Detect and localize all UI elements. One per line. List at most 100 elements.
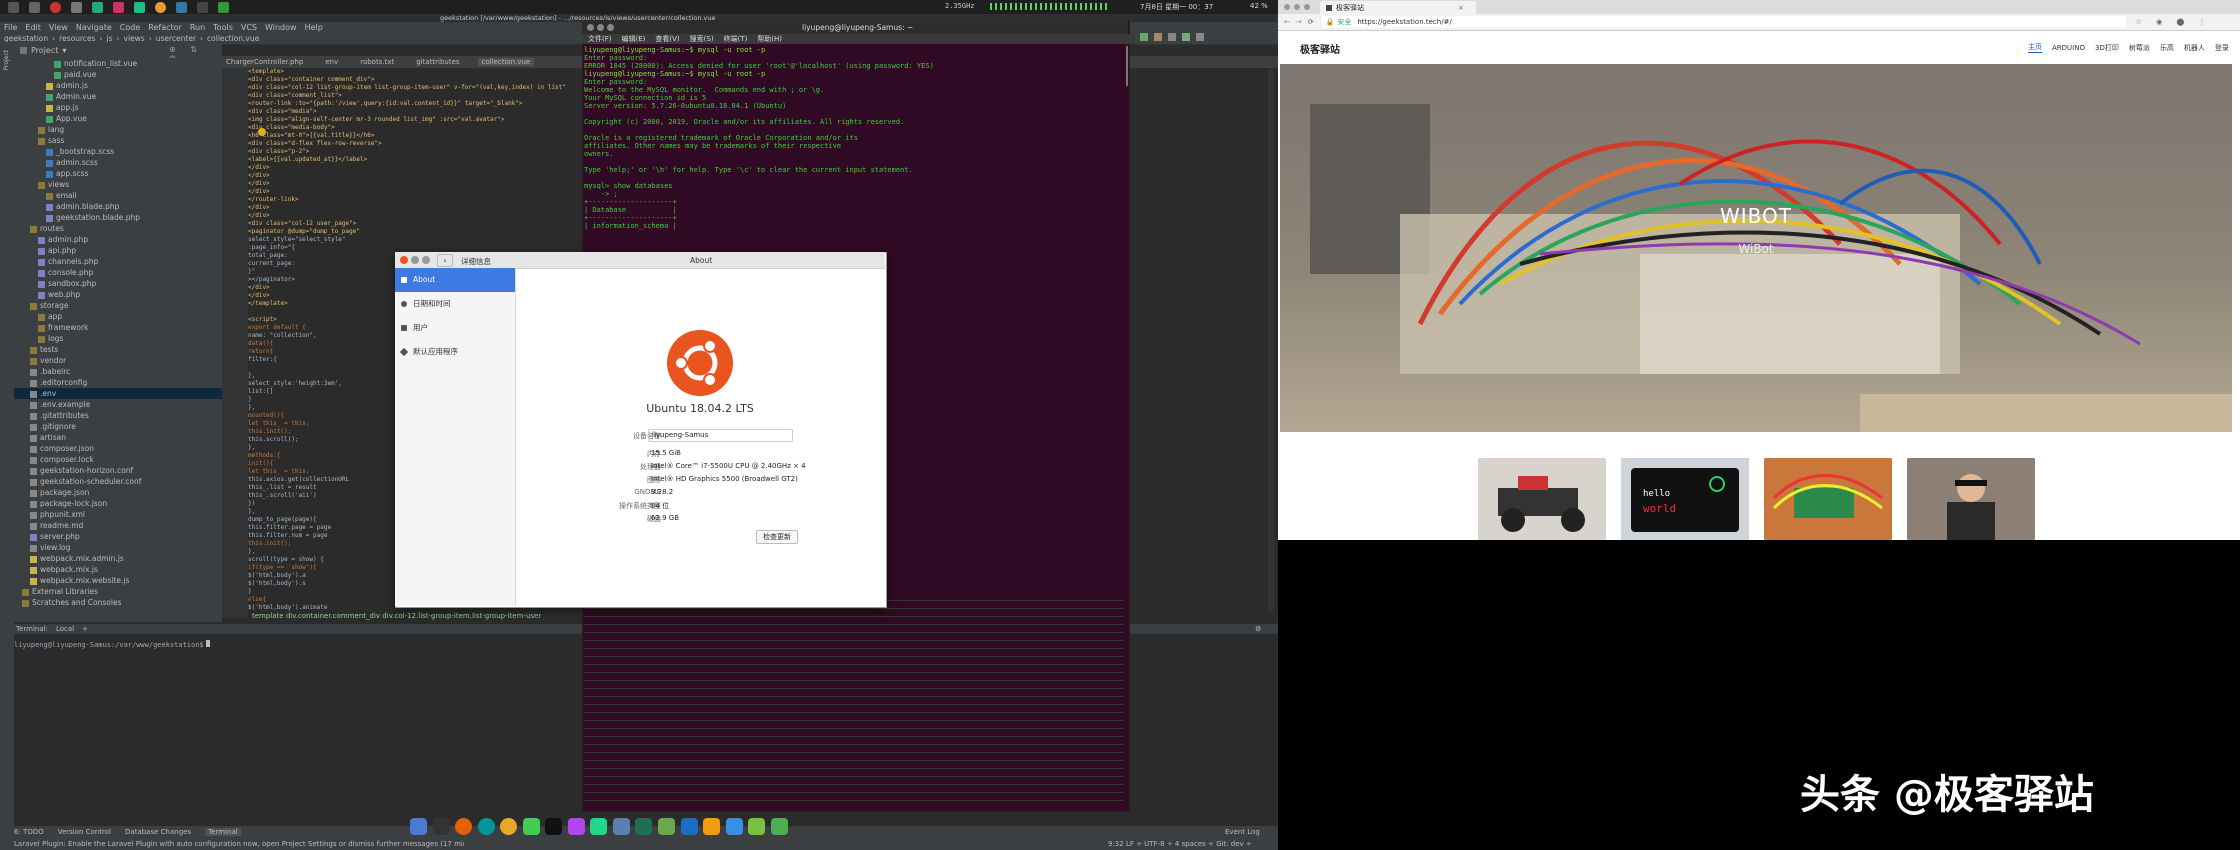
tree-item[interactable]: api.php (14, 245, 222, 256)
tree-item[interactable]: storage (14, 300, 222, 311)
maximize-icon[interactable] (607, 24, 614, 31)
tree-item[interactable]: paid.vue (14, 69, 222, 80)
dock-trash-icon[interactable] (770, 818, 788, 835)
hero-carousel[interactable]: WIBOT WiBot (1280, 64, 2232, 432)
nav-3d-print[interactable]: 3D打印 (2095, 43, 2119, 53)
tree-item[interactable]: sandbox.php (14, 278, 222, 289)
tree-item[interactable]: admin.blade.php (14, 201, 222, 212)
ide-icon[interactable] (176, 1, 187, 13)
tree-item[interactable]: vendor (14, 355, 222, 366)
browser-extension-icons[interactable]: ☆ ◉ ⬤ ⋮ (2136, 18, 2212, 26)
tree-item[interactable]: .env (14, 388, 222, 399)
sidebar-item-datetime[interactable]: 日期和时间 (395, 292, 515, 316)
browser-tab[interactable]: 极客驿站 × (1320, 1, 1476, 14)
project-tool-tab[interactable]: Project (3, 50, 10, 71)
sidebar-item-about[interactable]: About (395, 268, 515, 292)
window-icon[interactable] (197, 1, 208, 13)
window-minimize-icon[interactable] (1294, 4, 1300, 10)
tree-item[interactable]: console.php (14, 267, 222, 278)
tree-item[interactable]: .gitattributes (14, 410, 222, 421)
settings-icon[interactable] (1168, 33, 1176, 41)
dock-vlc-icon[interactable] (703, 818, 721, 835)
about-minimize-icon[interactable] (411, 256, 419, 264)
tab-gitattributes[interactable]: gitattributes (412, 58, 463, 66)
project-panel-title[interactable]: Project (31, 46, 58, 55)
site-logo-title[interactable]: 极客驿站 (1300, 41, 1340, 56)
app-icon[interactable] (71, 1, 82, 13)
chrome-icon[interactable] (155, 1, 166, 13)
status-right-info[interactable]: 9:32 LF ÷ UTF-8 ÷ 4 spaces ÷ Git: dev ÷ (1108, 840, 1252, 848)
dock-clion-icon[interactable] (545, 818, 563, 835)
tree-item[interactable]: app.js (14, 102, 222, 113)
tree-item[interactable]: logs (14, 333, 222, 344)
terminal-menu-help[interactable]: 帮助(H) (757, 34, 782, 44)
tree-item[interactable]: admin.scss (14, 157, 222, 168)
tree-item[interactable]: composer.lock (14, 454, 222, 465)
tree-item[interactable]: framework (14, 322, 222, 333)
window-maximize-icon[interactable] (1304, 4, 1310, 10)
menu-edit[interactable]: Edit (25, 23, 41, 32)
tree-item[interactable]: channels.php (14, 256, 222, 267)
phpstorm-icon[interactable] (113, 1, 124, 13)
tree-item[interactable]: server.php (14, 531, 222, 542)
dock-firefox-icon[interactable] (455, 818, 473, 835)
thumb-robot-car[interactable] (1478, 458, 1606, 540)
back-icon[interactable]: ← (1284, 18, 1290, 26)
tree-item[interactable]: geekstation.blade.php (14, 212, 222, 223)
tree-item[interactable]: sass (14, 135, 222, 146)
tree-item[interactable]: App.vue (14, 113, 222, 124)
clion-icon[interactable] (134, 1, 145, 13)
terminal-tab[interactable]: Terminal (205, 828, 241, 836)
sidebar-item-default-apps[interactable]: 默认应用程序 (395, 340, 515, 364)
menu-tools[interactable]: Tools (213, 23, 233, 32)
dock-monitor-icon[interactable] (680, 818, 698, 835)
menu-view[interactable]: View (49, 23, 68, 32)
tree-item[interactable]: External Libraries (14, 586, 222, 597)
tab-charger-controller[interactable]: ChargerController.php (222, 58, 307, 66)
tree-item[interactable]: views (14, 179, 222, 190)
add-terminal-icon[interactable]: + (82, 625, 88, 633)
pycharm2-icon[interactable] (218, 1, 229, 13)
tree-item[interactable]: app (14, 311, 222, 322)
search-icon[interactable] (1196, 33, 1204, 41)
tree-item[interactable]: composer.json (14, 443, 222, 454)
tree-item[interactable]: readme.md (14, 520, 222, 531)
dock-tool-icon[interactable] (612, 818, 630, 835)
terminal-menu-edit[interactable]: 编辑(E) (622, 34, 646, 44)
tree-item[interactable]: admin.php (14, 234, 222, 245)
reload-icon[interactable]: ⟳ (1308, 18, 1314, 26)
tab-env[interactable]: env (321, 58, 342, 66)
terminal-icon[interactable] (29, 1, 40, 13)
device-name-input[interactable]: liyupeng-Samus (648, 429, 793, 442)
tab-robots[interactable]: robots.txt (356, 58, 398, 66)
about-maximize-icon[interactable] (422, 256, 430, 264)
address-bar[interactable]: 🔒 安全 https://geekstation.tech/#/ (1321, 16, 2126, 28)
terminal-menu-view[interactable]: 查看(V) (655, 34, 679, 44)
nav-home[interactable]: 主页 (2028, 42, 2042, 53)
database-changes-tab[interactable]: Database Changes (125, 828, 191, 836)
event-log-tab[interactable]: Event Log (1225, 828, 1260, 836)
run-icon[interactable] (1140, 33, 1148, 41)
dock-qt-icon[interactable] (522, 818, 540, 835)
terminal-menu-file[interactable]: 文件(F) (588, 34, 612, 44)
chevron-down-icon[interactable]: ▾ (62, 46, 66, 55)
terminal-local-tab[interactable]: Local (56, 625, 74, 633)
terminal-scrollbar[interactable] (1126, 46, 1128, 86)
tree-item[interactable]: .editorconfig (14, 377, 222, 388)
thumb-maker[interactable] (1907, 458, 2035, 540)
menu-navigate[interactable]: Navigate (76, 23, 112, 32)
terminal-menu-search[interactable]: 搜索(S) (690, 34, 714, 44)
dock-chrome-icon[interactable] (500, 818, 518, 835)
tree-item[interactable]: view.log (14, 542, 222, 553)
thumb-electronics[interactable] (1764, 458, 1892, 540)
tree-item[interactable]: email (14, 190, 222, 201)
tree-item[interactable]: _bootstrap.scss (14, 146, 222, 157)
menu-help[interactable]: Help (305, 23, 323, 32)
tree-item[interactable]: .babelrc (14, 366, 222, 377)
datetime[interactable]: 7月8日 星期一 00：37 (1140, 2, 1213, 12)
dock-arduino-icon[interactable] (477, 818, 495, 835)
menu-vcs[interactable]: VCS (241, 23, 257, 32)
nav-raspberry-pi[interactable]: 树莓派 (2129, 43, 2150, 53)
tree-item[interactable]: admin.js (14, 80, 222, 91)
thumb-hello-world[interactable]: hello world (1621, 458, 1749, 540)
